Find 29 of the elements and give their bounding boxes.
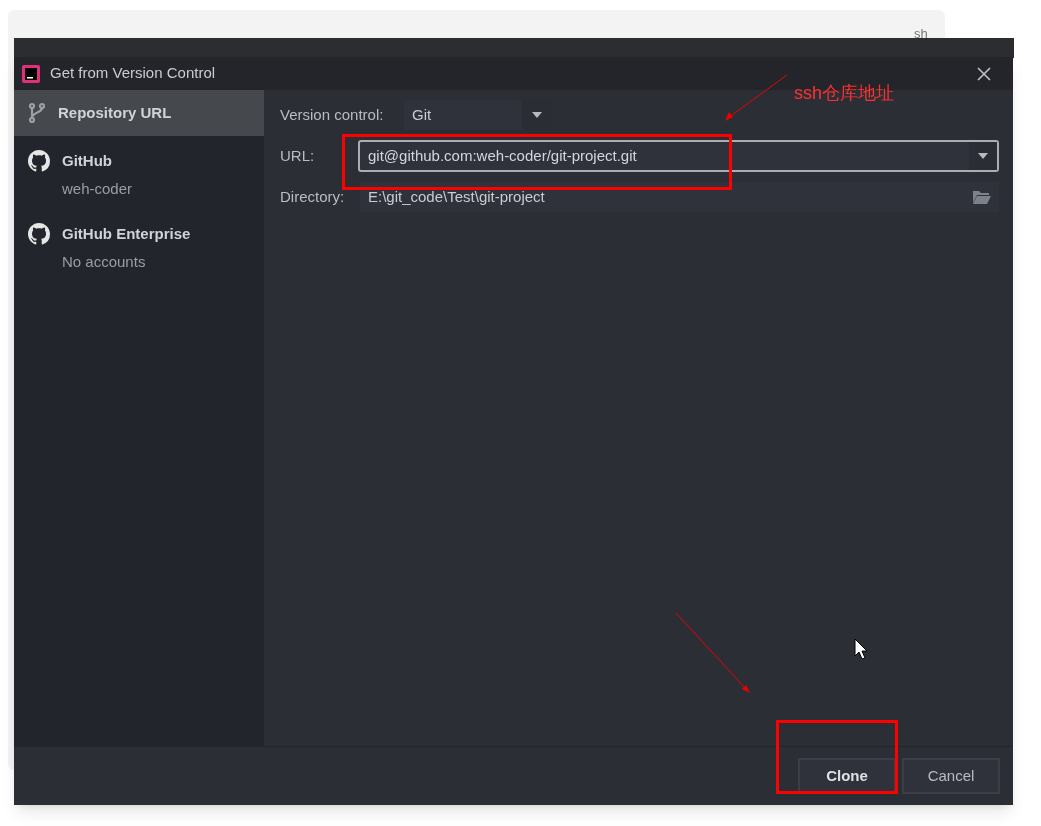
window-title: Get from Version Control	[50, 63, 217, 84]
directory-field[interactable]: E:\git_code\Test\git-project	[360, 182, 999, 212]
version-control-dropdown[interactable]: Git	[404, 100, 552, 130]
github-icon	[28, 222, 50, 245]
branch-icon	[28, 102, 46, 124]
caret-icon[interactable]	[531, 111, 543, 119]
field-label: Version control:	[280, 104, 385, 125]
sidebar-item-title: Repository URL	[58, 103, 172, 123]
sidebar-item-title: GitHub	[62, 151, 113, 171]
folder-icon[interactable]	[973, 190, 991, 204]
sidebar-item[interactable]: GitHub weh-coder	[14, 136, 264, 209]
sidebar-item-title: GitHub Enterprise	[62, 223, 191, 244]
annotation-text: ssh仓库地址	[794, 82, 894, 105]
mouse-cursor-icon	[854, 638, 868, 660]
app-logo-icon	[22, 64, 40, 83]
github-icon	[28, 150, 50, 172]
sidebar-item[interactable]: Repository URL	[14, 90, 264, 136]
cancel-button[interactable]: Cancel	[902, 758, 1000, 794]
arrow	[724, 74, 788, 122]
sidebar-item-subtitle: weh-coder	[62, 179, 133, 199]
field-label: URL:	[280, 145, 316, 166]
background-text: sh	[914, 25, 928, 43]
url-field[interactable]: git@github.com:weh-coder/git-project.git	[358, 140, 999, 172]
caret-icon[interactable]	[977, 152, 989, 160]
sidebar-item[interactable]: GitHub Enterprise No accounts	[14, 208, 264, 281]
sidebar-item-subtitle: No accounts	[62, 251, 147, 272]
clone-button[interactable]: Clone	[798, 758, 896, 794]
close-icon[interactable]	[977, 66, 991, 81]
field-label: Directory:	[280, 186, 346, 207]
